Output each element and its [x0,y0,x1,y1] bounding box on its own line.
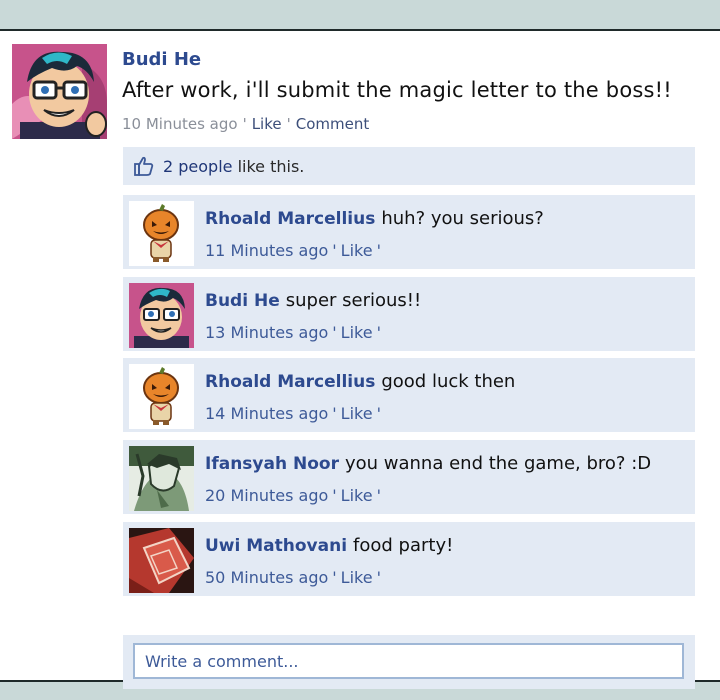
comment-timestamp[interactable]: 11 Minutes ago [205,241,328,260]
avatar-uwi-mathovani[interactable] [129,528,194,593]
comment-meta: 50 Minutes ago ' Like ' [205,568,385,587]
comment-author: Budi He super serious!! [205,290,421,311]
post-comment-link[interactable]: Comment [296,115,370,133]
comment-item: Uwi Mathovani food party! 50 Minutes ago '… [123,522,695,596]
avatar-budi-he[interactable] [12,44,107,139]
post-status-text: After work, i'll submit the magic letter… [122,78,672,102]
likes-summary: 2 people like this. [123,147,695,185]
comment-meta: 13 Minutes ago ' Like ' [205,323,385,342]
comment-text: huh? you serious? [381,208,544,229]
likes-text: 2 people like this. [163,157,304,176]
separator: ' [242,115,247,133]
comment-author-name[interactable]: Rhoald Marcellius [205,209,375,229]
comment-text: good luck then [381,371,516,392]
comment-author-name[interactable]: Rhoald Marcellius [205,372,375,392]
comment-like-link[interactable]: Like [341,486,373,505]
comment-author: Rhoald Marcellius good luck then [205,371,515,392]
separator: ' [376,404,381,423]
post-like-link[interactable]: Like [252,115,282,133]
separator: ' [332,241,337,260]
comment-meta: 11 Minutes ago ' Like ' [205,241,385,260]
comment-author: Rhoald Marcellius huh? you serious? [205,208,544,229]
comment-like-link[interactable]: Like [341,241,373,260]
comment-author-name[interactable]: Uwi Mathovani [205,536,347,556]
separator: ' [376,568,381,587]
likes-count-link[interactable]: 2 people [163,157,233,176]
separator: ' [376,486,381,505]
write-comment-area [123,635,695,689]
comment-timestamp[interactable]: 50 Minutes ago [205,568,328,587]
separator: ' [332,568,337,587]
comment-text: food party! [353,535,454,556]
comment-text: you wanna end the game, bro? :D [344,453,652,474]
comment-like-link[interactable]: Like [341,568,373,587]
write-comment-input[interactable] [133,643,684,679]
comment-item: Rhoald Marcellius huh? you serious? 11 Mi… [123,195,695,269]
comment-author-name[interactable]: Budi He [205,291,280,311]
comment-item: Budi He super serious!! 13 Minutes ago ' Li… [123,277,695,351]
comment-item: Ifansyah Noor you wanna end the game, bro… [123,440,695,514]
post-meta: 10 Minutes ago ' Like ' Comment [122,115,369,133]
comment-item: Rhoald Marcellius good luck then 14 Minut… [123,358,695,432]
comment-timestamp[interactable]: 20 Minutes ago [205,486,328,505]
comment-meta: 20 Minutes ago ' Like ' [205,486,385,505]
comment-like-link[interactable]: Like [341,323,373,342]
comment-author: Ifansyah Noor you wanna end the game, bro… [205,453,651,474]
comment-author: Uwi Mathovani food party! [205,535,453,556]
avatar-budi-he[interactable] [129,283,194,348]
post-author-name[interactable]: Budi He [122,49,201,70]
separator: ' [332,486,337,505]
post-timestamp[interactable]: 10 Minutes ago [122,115,238,133]
likes-rest: like this. [237,156,305,176]
status-post-card: Budi He After work, i'll submit the magi… [0,29,720,689]
separator: ' [376,323,381,342]
comment-author-name[interactable]: Ifansyah Noor [205,454,339,474]
separator: ' [286,115,291,133]
comment-timestamp[interactable]: 14 Minutes ago [205,404,328,423]
comment-like-link[interactable]: Like [341,404,373,423]
separator: ' [332,323,337,342]
avatar-rhoald-marcellius[interactable] [129,364,194,429]
separator: ' [376,241,381,260]
comment-timestamp[interactable]: 13 Minutes ago [205,323,328,342]
avatar-ifansyah-noor[interactable] [129,446,194,511]
avatar-rhoald-marcellius[interactable] [129,201,194,266]
thumbs-up-icon [133,155,155,177]
comment-text: super serious!! [285,290,422,311]
separator: ' [332,404,337,423]
comment-meta: 14 Minutes ago ' Like ' [205,404,385,423]
